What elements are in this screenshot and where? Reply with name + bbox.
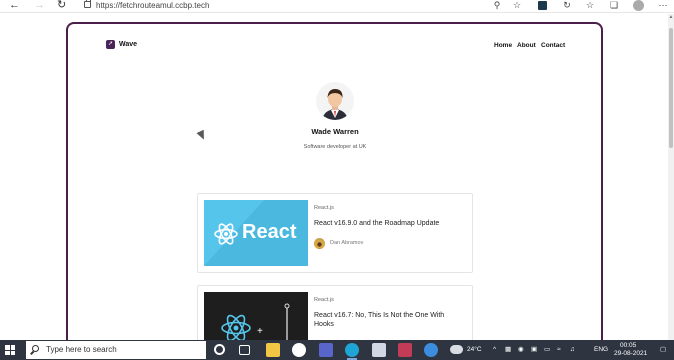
battery-icon[interactable]: ▭ bbox=[544, 346, 550, 354]
post-author: Dan Abramov bbox=[330, 240, 364, 246]
profile-avatar bbox=[316, 82, 354, 120]
scroll-thumb[interactable] bbox=[669, 28, 673, 148]
app-icon[interactable] bbox=[292, 343, 306, 357]
weather-cloud-icon[interactable] bbox=[450, 345, 463, 354]
thumbnail-text: React bbox=[242, 221, 297, 243]
favorite-star-icon[interactable]: ☆ bbox=[511, 0, 523, 11]
tray-app-icon[interactable]: ▩ bbox=[505, 346, 511, 354]
post-card[interactable]: + React.js React v16.7: No, This Is Not … bbox=[197, 285, 473, 352]
cortana-icon[interactable] bbox=[214, 344, 225, 355]
site-logo-text[interactable]: Wave bbox=[119, 40, 137, 49]
app-icon[interactable] bbox=[398, 343, 412, 357]
browser-toolbar: ← → ↻ https://fetchrouteamul.ccbp.tech ⚲… bbox=[0, 0, 674, 13]
wifi-icon[interactable]: ≈ bbox=[557, 346, 561, 354]
extension-icon[interactable] bbox=[538, 1, 547, 10]
post-title[interactable]: React v16.7: No, This Is Not the One Wit… bbox=[314, 311, 464, 329]
lock-icon[interactable] bbox=[84, 0, 91, 8]
language-indicator[interactable]: ENG bbox=[594, 346, 608, 354]
address-bar[interactable]: https://fetchrouteamul.ccbp.tech bbox=[96, 0, 209, 11]
post-tag: React.js bbox=[314, 297, 334, 303]
volume-icon[interactable]: ♫ bbox=[570, 346, 575, 354]
teams-icon[interactable] bbox=[319, 343, 333, 357]
more-menu-icon[interactable]: ⋯ bbox=[657, 0, 669, 11]
tray-chevron-icon[interactable]: ^ bbox=[493, 346, 496, 354]
post-tag: React.js bbox=[314, 205, 334, 211]
sync-icon[interactable]: ↻ bbox=[561, 0, 573, 11]
clock-time[interactable]: 00:05 bbox=[620, 342, 636, 350]
zoom-icon[interactable]: ⚲ bbox=[491, 0, 503, 11]
notepad-icon[interactable] bbox=[372, 343, 386, 357]
search-icon bbox=[32, 345, 39, 352]
tray-app-icon[interactable]: ◉ bbox=[518, 346, 524, 354]
clock-date[interactable]: 29-08-2021 bbox=[614, 350, 647, 358]
file-explorer-icon[interactable] bbox=[266, 343, 280, 357]
taskbar-search-input[interactable]: Type here to search bbox=[26, 341, 206, 359]
refresh-icon[interactable]: ↻ bbox=[57, 0, 66, 12]
wave-logo-icon[interactable]: ➚ bbox=[106, 40, 115, 49]
collections-icon[interactable]: ❏ bbox=[608, 0, 620, 11]
author-avatar bbox=[314, 238, 325, 249]
forward-arrow-icon[interactable]: → bbox=[34, 0, 45, 12]
back-arrow-icon[interactable]: ← bbox=[9, 0, 20, 12]
tray-app-icon[interactable]: ▣ bbox=[531, 346, 537, 354]
page-scrollbar[interactable]: ▲ bbox=[668, 14, 674, 340]
profile-avatar-icon[interactable] bbox=[633, 0, 644, 11]
nav-home[interactable]: Home bbox=[494, 42, 512, 50]
windows-start-icon[interactable] bbox=[5, 345, 15, 355]
nav-contact[interactable]: Contact bbox=[541, 42, 565, 50]
nav-about[interactable]: About bbox=[517, 42, 536, 50]
notification-icon[interactable]: ▢ bbox=[660, 346, 666, 354]
windows-taskbar: Type here to search 24°C ^ ▩ ◉ ▣ ▭ ≈ ♫ E… bbox=[0, 340, 674, 360]
post-card[interactable]: React React.js React v16.9.0 and the Roa… bbox=[197, 193, 473, 273]
help-icon[interactable] bbox=[424, 343, 438, 357]
post-title[interactable]: React v16.9.0 and the Roadmap Update bbox=[314, 219, 464, 228]
temperature[interactable]: 24°C bbox=[467, 346, 482, 354]
profile-role: Software developer at UK bbox=[303, 144, 367, 150]
favorites-icon[interactable]: ☆ bbox=[584, 0, 596, 11]
task-view-icon[interactable] bbox=[239, 345, 250, 355]
scroll-up-arrow-icon[interactable]: ▲ bbox=[668, 14, 674, 22]
edge-browser-icon[interactable] bbox=[345, 343, 359, 360]
profile-name: Wade Warren bbox=[311, 127, 359, 136]
svg-text:+: + bbox=[257, 326, 263, 337]
search-placeholder: Type here to search bbox=[46, 345, 117, 354]
post-thumbnail: React bbox=[204, 200, 308, 266]
